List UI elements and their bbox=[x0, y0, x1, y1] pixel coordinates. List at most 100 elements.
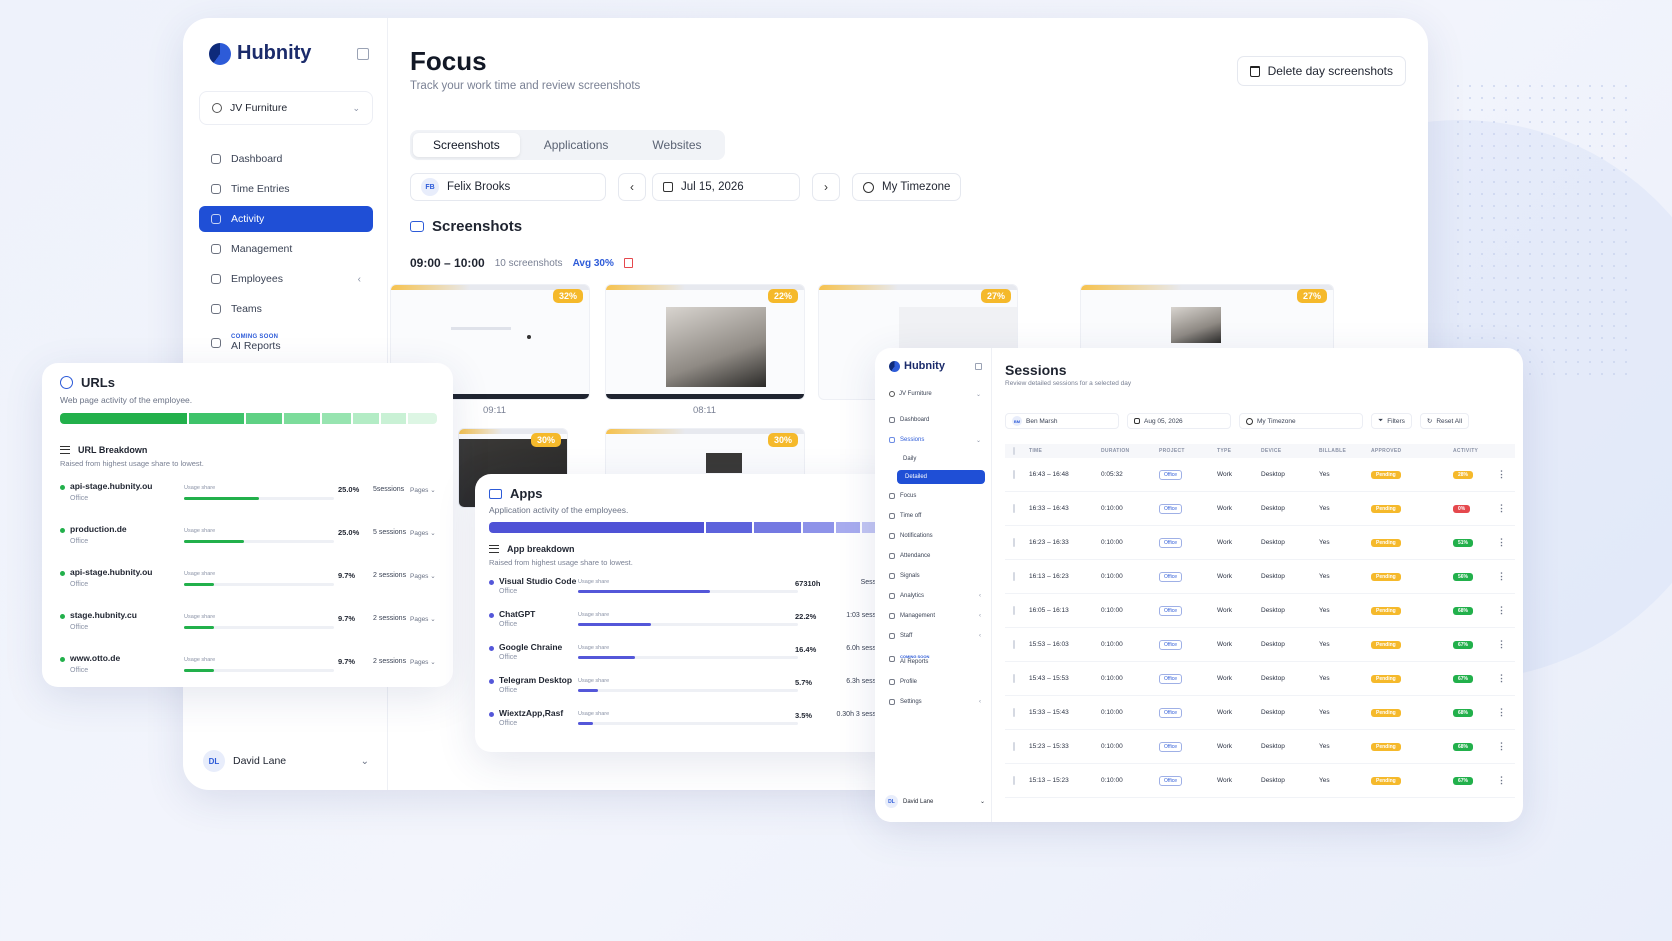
sessions-nav-settings[interactable]: Settings ‹ bbox=[885, 694, 985, 710]
row-checkbox[interactable] bbox=[1013, 640, 1015, 649]
table-row[interactable]: 15:13 – 15:23 0:10:00 Office Work Desktop Yes… bbox=[1005, 764, 1515, 798]
list-item[interactable]: WiextzApp,Rasf Office Usage share 3.5% 0.30h… bbox=[489, 708, 889, 744]
timezone-select[interactable]: My Timezone bbox=[1239, 413, 1363, 429]
tab-screenshots[interactable]: Screenshots bbox=[413, 133, 520, 157]
sidebar-item-teams[interactable]: Teams bbox=[199, 296, 373, 322]
user-menu[interactable]: DL David Lane ⌄ bbox=[199, 746, 373, 776]
sessions-nav-management[interactable]: Management ‹ bbox=[885, 608, 985, 624]
prev-day-button[interactable]: ‹ bbox=[618, 173, 646, 201]
delete-slot-icon[interactable] bbox=[623, 258, 633, 268]
table-row[interactable]: 16:23 – 16:33 0:10:00 Office Work Desktop Yes… bbox=[1005, 526, 1515, 560]
row-checkbox[interactable] bbox=[1013, 742, 1015, 751]
more-icon[interactable]: ⋮ bbox=[1497, 537, 1515, 548]
usage-track bbox=[184, 540, 334, 543]
list-item[interactable]: stage.hubnity.cu Office Usage share 9.7% 2 s… bbox=[60, 610, 437, 646]
sessions-nav-notifications[interactable]: Notifications bbox=[885, 528, 985, 544]
table-row[interactable]: 16:13 – 16:23 0:10:00 Office Work Desktop Yes… bbox=[1005, 560, 1515, 594]
timezone-value: My Timezone bbox=[1257, 417, 1296, 425]
sessions-nav-sessions[interactable]: Sessions ⌄ bbox=[885, 432, 985, 448]
table-row[interactable]: 16:43 – 16:48 0:05:32 Office Work Desktop Yes… bbox=[1005, 458, 1515, 492]
table-row[interactable]: 16:33 – 16:43 0:10:00 Office Work Desktop Yes… bbox=[1005, 492, 1515, 526]
more-icon[interactable]: ⋮ bbox=[1497, 605, 1515, 616]
user-menu[interactable]: DL David Lane ⌄ bbox=[885, 795, 985, 808]
timezone-select[interactable]: My Timezone bbox=[852, 173, 962, 201]
sessions-nav-attendance[interactable]: Attendance bbox=[885, 548, 985, 564]
row-checkbox[interactable] bbox=[1013, 708, 1015, 717]
pages-dropdown[interactable]: Pages ⌄ bbox=[410, 615, 436, 623]
row-checkbox[interactable] bbox=[1013, 572, 1015, 581]
sessions-nav-dashboard[interactable]: Dashboard bbox=[885, 412, 985, 428]
sidebar-nav: Dashboard Time Entries Activity Management E… bbox=[199, 146, 373, 394]
pages-dropdown[interactable]: Pages ⌄ bbox=[410, 486, 436, 494]
list-item[interactable]: ChatGPT Office Usage share 22.2% 1:03 sessio… bbox=[489, 609, 889, 645]
more-icon[interactable]: ⋮ bbox=[1497, 741, 1515, 752]
row-checkbox[interactable] bbox=[1013, 504, 1015, 513]
date-picker[interactable]: Jul 15, 2026 bbox=[652, 173, 800, 201]
sessions-nav-daily[interactable]: Daily bbox=[885, 452, 985, 466]
pages-dropdown[interactable]: Pages ⌄ bbox=[410, 529, 436, 537]
cell-act: 68% bbox=[1453, 709, 1497, 717]
list-item[interactable]: Google Chraine Office Usage share 16.4% 6.0h… bbox=[489, 642, 889, 678]
sidebar-item-dashboard[interactable]: Dashboard bbox=[199, 146, 373, 172]
sessions-nav-staff[interactable]: Staff ‹ bbox=[885, 628, 985, 644]
row-checkbox[interactable] bbox=[1013, 470, 1015, 479]
more-icon[interactable]: ⋮ bbox=[1497, 503, 1515, 514]
brand-logo[interactable]: Hubnity bbox=[889, 360, 945, 372]
org-selector[interactable]: JV Furniture ⌄ bbox=[199, 91, 373, 125]
sessions-nav-profile[interactable]: Profile bbox=[885, 674, 985, 690]
tab-applications[interactable]: Applications bbox=[524, 133, 629, 157]
sessions-nav-signals[interactable]: Signals bbox=[885, 568, 985, 584]
list-item[interactable]: api-stage.hubnity.ou Office Usage share 9.7… bbox=[60, 567, 437, 603]
row-checkbox[interactable] bbox=[1013, 776, 1015, 785]
sidebar-item-employees[interactable]: Employees ‹ bbox=[199, 266, 373, 292]
date-picker[interactable]: Aug 05, 2026 bbox=[1127, 413, 1231, 429]
nav-icon bbox=[889, 533, 895, 539]
sessions-nav-ai-reports[interactable]: COMING SOON AI Reports bbox=[885, 648, 985, 670]
row-checkbox[interactable] bbox=[1013, 538, 1015, 547]
sidebar-collapse-icon[interactable] bbox=[975, 363, 982, 370]
pages-dropdown[interactable]: Pages ⌄ bbox=[410, 658, 436, 666]
sidebar-collapse-icon[interactable] bbox=[357, 48, 369, 60]
sidebar-item-time-entries[interactable]: Time Entries bbox=[199, 176, 373, 202]
row-checkbox[interactable] bbox=[1013, 674, 1015, 683]
table-row[interactable]: 16:05 – 16:13 0:10:00 Office Work Desktop Yes… bbox=[1005, 594, 1515, 628]
more-icon[interactable]: ⋮ bbox=[1497, 775, 1515, 786]
sidebar-item-management[interactable]: Management bbox=[199, 236, 373, 262]
tab-websites[interactable]: Websites bbox=[632, 133, 721, 157]
table-row[interactable]: 15:43 – 15:53 0:10:00 Office Work Desktop Yes… bbox=[1005, 662, 1515, 696]
table-row[interactable]: 15:23 – 15:33 0:10:00 Office Work Desktop Yes… bbox=[1005, 730, 1515, 764]
filters-button[interactable]: ⏷ Filters bbox=[1371, 413, 1412, 429]
delete-day-screenshots-button[interactable]: Delete day screenshots bbox=[1236, 56, 1406, 86]
sessions-nav-detailed[interactable]: Detailed bbox=[897, 470, 985, 484]
apps-title-text: Apps bbox=[510, 486, 543, 501]
more-icon[interactable]: ⋮ bbox=[1497, 571, 1515, 582]
cell-text: 16:23 – 16:33 bbox=[1029, 539, 1069, 546]
list-item[interactable]: www.otto.de Office Usage share 9.7% 2 sessio… bbox=[60, 653, 437, 689]
row-checkbox[interactable] bbox=[1013, 606, 1015, 615]
sidebar-item-ai-reports[interactable]: COMING SOON AI Reports bbox=[199, 326, 373, 360]
select-all-checkbox[interactable] bbox=[1013, 447, 1015, 455]
more-icon[interactable]: ⋮ bbox=[1497, 469, 1515, 480]
org-selector[interactable]: JV Furniture ⌄ bbox=[885, 386, 985, 402]
table-row[interactable]: 15:53 – 16:03 0:10:00 Office Work Desktop Yes… bbox=[1005, 628, 1515, 662]
employee-select[interactable]: FB Felix Brooks bbox=[410, 173, 606, 201]
list-item[interactable]: production.de Office Usage share 25.0% 5 ses… bbox=[60, 524, 437, 560]
pages-dropdown[interactable]: Pages ⌄ bbox=[410, 572, 436, 580]
sidebar-item-activity[interactable]: Activity bbox=[199, 206, 373, 232]
next-day-button[interactable]: › bbox=[812, 173, 840, 201]
reset-all-button[interactable]: ↻ Reset All bbox=[1419, 413, 1470, 429]
chevron-icon: ‹ bbox=[979, 613, 981, 619]
more-icon[interactable]: ⋮ bbox=[1497, 707, 1515, 718]
brand-logo[interactable]: Hubnity bbox=[209, 42, 311, 65]
sessions-nav-time-off[interactable]: Time off bbox=[885, 508, 985, 524]
table-row[interactable]: 15:33 – 15:43 0:10:00 Office Work Desktop Yes… bbox=[1005, 696, 1515, 730]
sessions-nav-analytics[interactable]: Analytics ‹ bbox=[885, 588, 985, 604]
list-item[interactable]: api-stage.hubnity.ou Office Usage share 25.… bbox=[60, 481, 437, 517]
list-item[interactable]: Visual Studio Code Office Usage share 67310… bbox=[489, 576, 889, 612]
list-item[interactable]: Telegram Desktop Office Usage share 5.7% 6.3… bbox=[489, 675, 889, 711]
sessions-nav-focus[interactable]: Focus bbox=[885, 488, 985, 504]
screenshot-thumb[interactable]: 22% bbox=[605, 284, 805, 400]
more-icon[interactable]: ⋮ bbox=[1497, 673, 1515, 684]
employee-select[interactable]: BM Ben Marsh bbox=[1005, 413, 1119, 429]
more-icon[interactable]: ⋮ bbox=[1497, 639, 1515, 650]
